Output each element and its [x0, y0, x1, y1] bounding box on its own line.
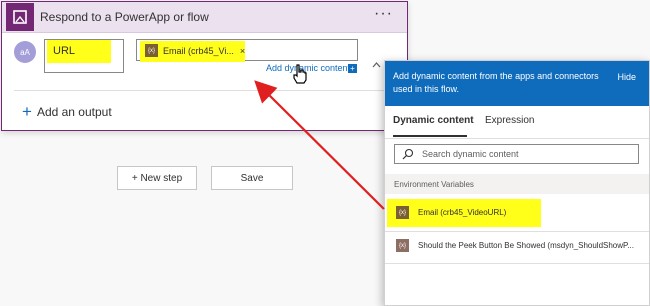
- item-divider: [385, 231, 649, 232]
- hide-panel-button[interactable]: Hide: [617, 71, 636, 84]
- dynamic-item-label: Should the Peek Button Be Showed (msdyn_…: [418, 241, 634, 250]
- search-input[interactable]: Search dynamic content: [394, 144, 639, 164]
- token-label: Email (crb45_Vi...: [163, 45, 234, 56]
- item-divider: [385, 263, 649, 264]
- hand-cursor-icon: [292, 64, 308, 89]
- panel-header: Add dynamic content from the apps and co…: [385, 61, 649, 106]
- add-dynamic-plus-icon[interactable]: +: [348, 64, 357, 73]
- section-header: Environment Variables: [385, 174, 649, 194]
- new-step-button[interactable]: + New step: [117, 166, 197, 190]
- output-name-value: URL: [53, 45, 76, 57]
- dynamic-item-peek-button[interactable]: {x} Should the Peek Button Be Showed (ms…: [385, 239, 649, 252]
- add-output-button[interactable]: + Add an output: [22, 102, 112, 121]
- action-card: Respond to a PowerApp or flow ··· aA URL…: [1, 1, 408, 131]
- dynamic-token[interactable]: {x} Email (crb45_Vi... ×: [145, 44, 245, 57]
- powerapps-icon: [6, 3, 34, 31]
- variable-icon: {x}: [396, 239, 409, 252]
- plus-icon: +: [22, 102, 32, 121]
- panel-tabs: Dynamic content Expression: [385, 111, 649, 139]
- variable-icon: {x}: [145, 44, 158, 57]
- add-output-label: Add an output: [36, 105, 112, 119]
- card-divider: [14, 90, 396, 91]
- output-name-field[interactable]: URL: [44, 39, 124, 73]
- dynamic-content-panel: Add dynamic content from the apps and co…: [384, 60, 650, 306]
- tab-dynamic-content[interactable]: Dynamic content: [393, 115, 474, 126]
- panel-header-text: Add dynamic content from the apps and co…: [393, 71, 599, 94]
- dynamic-item-label: Email (crb45_VideoURL): [418, 208, 507, 217]
- search-icon: [402, 148, 414, 160]
- output-value-field[interactable]: {x} Email (crb45_Vi... ×: [136, 39, 358, 62]
- save-button[interactable]: Save: [211, 166, 293, 190]
- card-title: Respond to a PowerApp or flow: [40, 10, 209, 24]
- tabs-divider: [385, 138, 649, 139]
- search-placeholder: Search dynamic content: [422, 149, 519, 159]
- add-dynamic-content-link[interactable]: Add dynamic content: [266, 63, 350, 73]
- card-header[interactable]: Respond to a PowerApp or flow ···: [2, 2, 407, 33]
- remove-token-icon[interactable]: ×: [240, 46, 245, 56]
- dynamic-item-email[interactable]: {x} Email (crb45_VideoURL): [385, 206, 649, 219]
- tab-expression[interactable]: Expression: [485, 115, 534, 126]
- active-tab-indicator: [393, 135, 467, 137]
- panel-scroll-arrow-icon[interactable]: [372, 60, 381, 70]
- section-label: Environment Variables: [394, 180, 474, 189]
- variable-icon: {x}: [396, 206, 409, 219]
- text-type-avatar: aA: [14, 41, 36, 63]
- more-options-icon[interactable]: ···: [374, 5, 393, 23]
